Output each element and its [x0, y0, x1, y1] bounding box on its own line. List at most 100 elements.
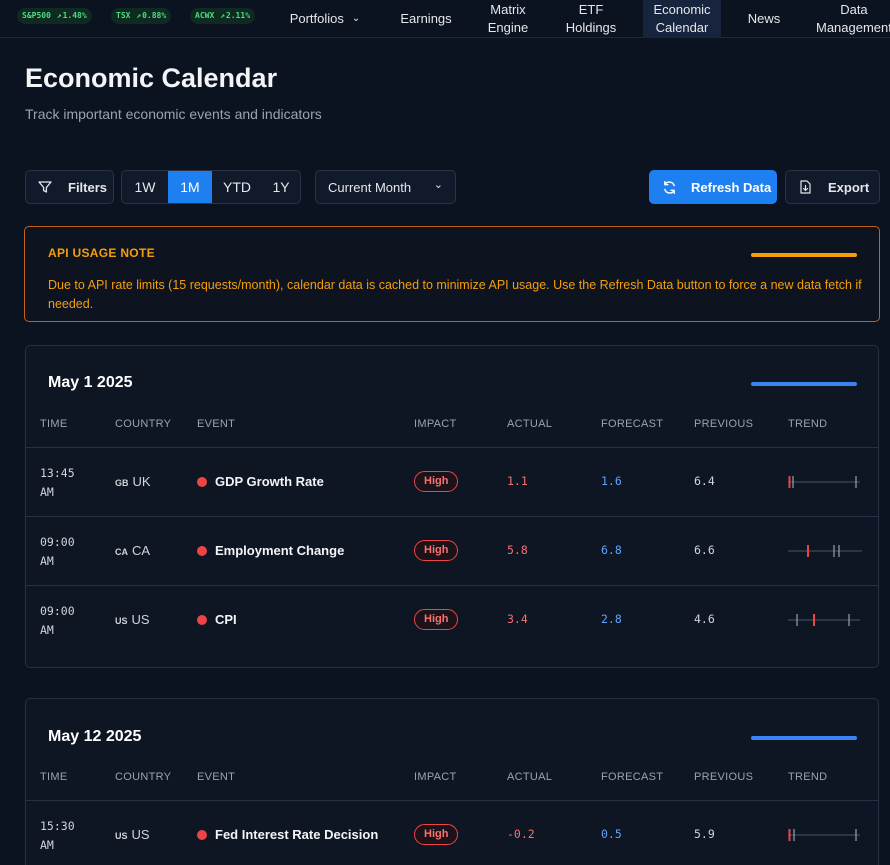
export-icon [800, 180, 811, 194]
event-name: Fed Interest Rate Decision [197, 827, 378, 842]
nav-matrix-engine[interactable]: Matrix Engine [477, 0, 539, 38]
time-period: AM [40, 838, 54, 852]
nav-label-line2: Engine [487, 20, 529, 35]
col-previous: PREVIOUS [694, 771, 754, 783]
event-name: CPI [197, 612, 237, 627]
trend-up-icon: ↗ [220, 11, 225, 20]
range-1y-button[interactable]: 1Y [262, 171, 300, 203]
ticker-symbol: TSX [116, 11, 131, 20]
nav-label: Portfolios [289, 11, 344, 26]
forecast-value: 2.8 [601, 612, 622, 626]
nav-label: Earnings [400, 11, 452, 26]
col-time: TIME [40, 771, 68, 783]
actual-value: 3.4 [507, 612, 528, 626]
col-trend: TREND [788, 418, 828, 430]
col-impact: IMPACT [414, 771, 457, 783]
chevron-down-icon: ⌄ [351, 13, 361, 24]
nav-news[interactable]: News [738, 0, 790, 38]
nav-data-management[interactable]: Data Management [808, 0, 890, 38]
day-card: May 1 2025 TIME COUNTRY EVENT IMPACT ACT… [25, 345, 879, 668]
table-row[interactable]: 09:00 AM US US CPI High 3.4 2.8 4.6 [26, 586, 878, 655]
event-label: CPI [215, 612, 237, 627]
country-name: UK [132, 474, 151, 489]
col-forecast: FORECAST [601, 418, 664, 430]
note-accent-bar [751, 253, 857, 257]
forecast-value: 0.5 [601, 827, 622, 841]
impact-dot-icon [197, 476, 207, 487]
nav-label: News [747, 11, 781, 26]
impact-badge: High [414, 540, 459, 561]
col-forecast: FORECAST [601, 771, 664, 783]
col-actual: ACTUAL [507, 771, 553, 783]
col-previous: PREVIOUS [694, 418, 754, 430]
refresh-data-button[interactable]: Refresh Data [649, 170, 777, 204]
ticker-acwx[interactable]: ACWX ↗2.11% [190, 8, 256, 24]
impact-badge: High [414, 824, 459, 845]
nav-earnings[interactable]: Earnings [392, 0, 460, 38]
event-name: Employment Change [197, 543, 344, 558]
event-country: CA CA [115, 543, 150, 558]
actual-value: 1.1 [507, 474, 528, 488]
note-title: API USAGE NOTE [48, 246, 155, 260]
table-row[interactable]: 13:45 AM GB UK GDP Growth Rate High 1.1 1.… [26, 448, 878, 517]
ticker-change: 2.11% [225, 11, 251, 20]
trend-up-icon: ↗ [136, 11, 142, 20]
event-name: GDP Growth Rate [197, 474, 324, 489]
page-title: Economic Calendar [25, 63, 278, 93]
trend-sparkline [788, 614, 860, 626]
event-time: 13:45 AM [40, 464, 100, 502]
nav-etf-holdings[interactable]: ETF Holdings [556, 0, 626, 38]
range-ytd-button[interactable]: YTD [212, 171, 262, 203]
range-1m-button[interactable]: 1M [168, 171, 212, 203]
time-value: 13:45 [40, 466, 75, 480]
table-row[interactable]: 15:30 AM US US Fed Interest Rate Decision … [26, 801, 878, 865]
filters-label: Filters [68, 179, 108, 195]
ticker-change: 1.48% [62, 11, 87, 20]
ticker-sp500[interactable]: S&P500 ↗1.48% [17, 8, 92, 24]
time-value: 09:00 [40, 535, 75, 549]
col-trend: TREND [788, 771, 828, 783]
refresh-icon [664, 180, 675, 194]
nav-label-line2: Holdings [565, 20, 617, 35]
range-1w-button[interactable]: 1W [122, 171, 168, 203]
trend-sparkline [788, 829, 860, 841]
nav-economic-calendar[interactable]: Economic Calendar [643, 0, 721, 38]
event-country: US US [115, 612, 150, 627]
impact-dot-icon [197, 614, 207, 625]
day-date: May 12 2025 [48, 728, 142, 745]
table-row[interactable]: 09:00 AM CA CA Employment Change High 5.8 … [26, 517, 878, 586]
previous-value: 6.4 [694, 474, 715, 488]
col-event: EVENT [197, 771, 236, 783]
table-header: TIME COUNTRY EVENT IMPACT ACTUAL FORECAS… [26, 751, 878, 801]
ticker-symbol: S&P500 [22, 11, 51, 20]
col-country: COUNTRY [115, 418, 172, 430]
nav-label-line1: ETF [578, 2, 604, 17]
event-time: 15:30 AM [40, 817, 100, 855]
nav-label-line2: Management [816, 20, 890, 35]
table-header: TIME COUNTRY EVENT IMPACT ACTUAL FORECAS… [26, 398, 878, 448]
event-country: GB UK [115, 474, 151, 489]
nav-label-line1: Matrix [490, 2, 526, 17]
trend-up-icon: ↗ [56, 11, 62, 20]
refresh-label: Refresh Data [691, 179, 772, 195]
nav-label-line1: Data [840, 2, 868, 17]
day-date: May 1 2025 [48, 374, 133, 391]
day-card: May 12 2025 TIME COUNTRY EVENT IMPACT AC… [25, 698, 879, 865]
chevron-down-icon: ⌄ [433, 179, 443, 191]
ticker-tsx[interactable]: TSX ↗0.88% [111, 8, 172, 24]
event-time: 09:00 AM [40, 533, 100, 571]
event-country: US US [115, 827, 150, 842]
export-button[interactable]: Export [785, 170, 880, 204]
country-name: US [131, 612, 150, 627]
col-event: EVENT [197, 418, 236, 430]
period-select[interactable]: Current Month ⌄ [315, 170, 456, 204]
time-period: AM [40, 485, 54, 499]
country-name: US [131, 827, 150, 842]
col-time: TIME [40, 418, 68, 430]
export-label: Export [828, 179, 870, 195]
nav-portfolios[interactable]: Portfolios ⌄ [280, 0, 370, 38]
nav-label-line2: Calendar [655, 20, 709, 35]
filters-button[interactable]: Filters [25, 170, 114, 204]
country-name: CA [132, 543, 151, 558]
forecast-value: 6.8 [601, 543, 622, 557]
